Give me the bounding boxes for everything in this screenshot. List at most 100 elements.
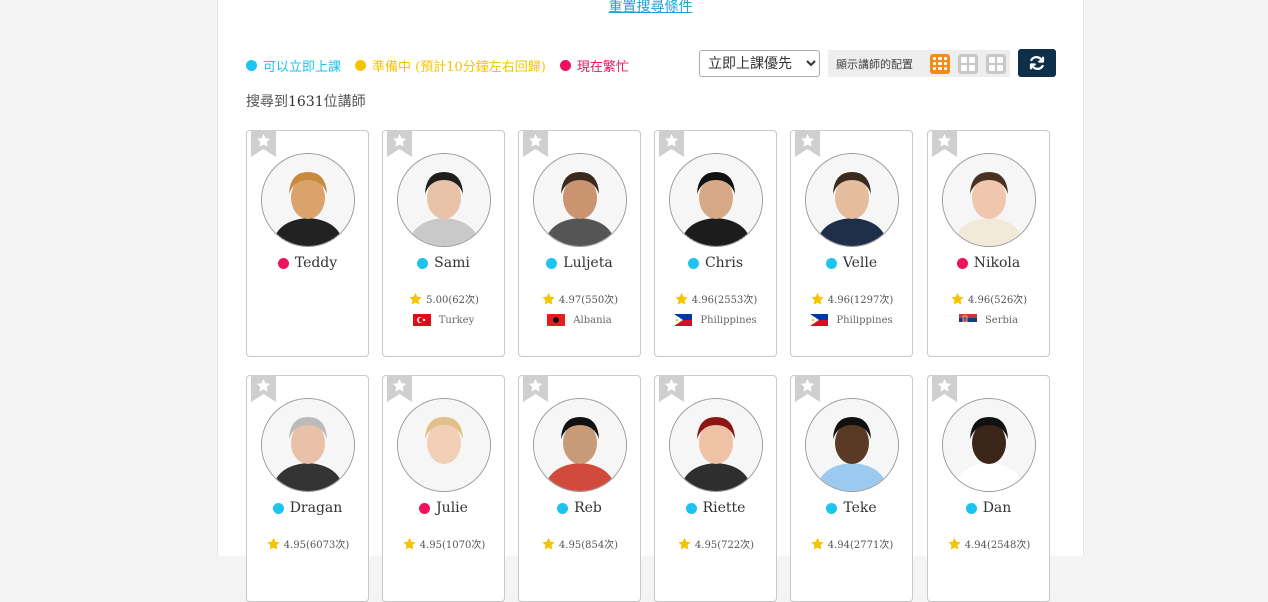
status-dot-icon bbox=[956, 257, 968, 269]
rating-text: 4.96(526次) bbox=[967, 295, 1028, 306]
favorite-bookmark-icon[interactable] bbox=[932, 375, 957, 402]
teacher-name: Teddy bbox=[294, 255, 338, 271]
star-icon bbox=[675, 292, 688, 304]
teacher-rating: 4.94(2771次) bbox=[791, 536, 912, 551]
country-flag-icon bbox=[674, 314, 693, 326]
teacher-name-row: Luljeta bbox=[519, 255, 640, 271]
star-icon bbox=[678, 537, 691, 549]
rating-text: 4.94(2548次) bbox=[964, 540, 1031, 551]
country-flag-icon bbox=[810, 314, 829, 326]
favorite-bookmark-icon[interactable] bbox=[387, 130, 412, 157]
teacher-name-row: Reb bbox=[519, 500, 640, 516]
teacher-name-row: Velle bbox=[791, 255, 912, 271]
teacher-name: Julie bbox=[436, 500, 468, 516]
teacher-name-row: Dragan bbox=[247, 500, 368, 516]
legend-available: 可以立即上課 bbox=[246, 56, 341, 75]
favorite-bookmark-icon[interactable] bbox=[932, 130, 957, 157]
teacher-name: Velle bbox=[842, 255, 878, 271]
count-suffix: 位講師 bbox=[323, 94, 366, 110]
teacher-card[interactable]: Luljeta 4.97(550次) Albania bbox=[518, 130, 641, 357]
star-icon bbox=[951, 292, 964, 304]
teacher-card[interactable]: Velle 4.96(1297次) Philippines bbox=[790, 130, 913, 357]
teacher-card[interactable]: Teke 4.94(2771次) bbox=[790, 375, 913, 602]
teacher-card[interactable]: Dan 4.94(2548次) bbox=[927, 375, 1050, 602]
legend-busy-label: 現在繁忙 bbox=[576, 60, 629, 75]
main-panel: 重置搜尋條件 可以立即上課 準備中 (預計10分鐘左右回歸) 現在繁忙 立即上課… bbox=[217, 0, 1084, 602]
teacher-rating: 4.97(550次) bbox=[519, 291, 640, 306]
teacher-card[interactable]: Teddy bbox=[246, 130, 369, 357]
teacher-name: Luljeta bbox=[563, 255, 613, 271]
teacher-card[interactable]: Sami 5.00(62次) Turkey bbox=[382, 130, 505, 357]
busy-dot-icon bbox=[559, 60, 571, 71]
status-dot-icon bbox=[277, 257, 289, 269]
country-name: Philippines bbox=[836, 314, 893, 326]
teacher-rating: 4.95(722次) bbox=[655, 536, 776, 551]
grid-2x2-layout-button[interactable] bbox=[958, 53, 978, 74]
sort-select[interactable]: 立即上課優先 bbox=[699, 50, 820, 77]
teacher-country: Philippines bbox=[655, 314, 776, 326]
country-flag-icon bbox=[547, 314, 566, 326]
status-dot-icon bbox=[272, 502, 284, 514]
teacher-card[interactable]: Julie 4.95(1070次) bbox=[382, 375, 505, 602]
teacher-card[interactable]: Riette 4.95(722次) bbox=[654, 375, 777, 602]
favorite-bookmark-icon[interactable] bbox=[251, 130, 276, 157]
country-flag-icon bbox=[958, 314, 977, 326]
teacher-rating: 4.96(526次) bbox=[928, 291, 1049, 306]
teacher-rating: 4.95(1070次) bbox=[383, 536, 504, 551]
teacher-avatar bbox=[533, 398, 627, 492]
teacher-rating: 4.95(6073次) bbox=[247, 536, 368, 551]
favorite-bookmark-icon[interactable] bbox=[659, 375, 684, 402]
teacher-card[interactable]: Dragan 4.95(6073次) bbox=[246, 375, 369, 602]
favorite-bookmark-icon[interactable] bbox=[523, 130, 548, 157]
teacher-avatar bbox=[669, 153, 763, 247]
teacher-name-row: Nikola bbox=[928, 255, 1049, 271]
teacher-avatar bbox=[397, 398, 491, 492]
teacher-card[interactable]: Nikola 4.96(526次) Serbia bbox=[927, 130, 1050, 357]
favorite-bookmark-icon[interactable] bbox=[659, 130, 684, 157]
legend-available-label: 可以立即上課 bbox=[263, 60, 342, 75]
country-name: Albania bbox=[573, 314, 612, 326]
status-dot-icon bbox=[687, 257, 699, 269]
favorite-bookmark-icon[interactable] bbox=[795, 375, 820, 402]
grid-3x3-layout-button[interactable] bbox=[930, 53, 950, 74]
favorite-bookmark-icon[interactable] bbox=[251, 375, 276, 402]
status-dot-icon bbox=[826, 502, 838, 514]
favorite-bookmark-icon[interactable] bbox=[523, 375, 548, 402]
teacher-name-row: Riette bbox=[655, 500, 776, 516]
rating-text: 4.95(1070次) bbox=[419, 540, 486, 551]
available-dot-icon bbox=[246, 60, 257, 71]
status-legend: 可以立即上課 準備中 (預計10分鐘左右回歸) 現在繁忙 bbox=[246, 56, 629, 75]
teacher-avatar bbox=[533, 153, 627, 247]
teacher-avatar bbox=[261, 398, 355, 492]
favorite-bookmark-icon[interactable] bbox=[387, 375, 412, 402]
preparing-dot-icon bbox=[355, 60, 367, 71]
teacher-card[interactable]: Reb 4.95(854次) bbox=[518, 375, 641, 602]
count-number: 1631 bbox=[288, 94, 324, 110]
teacher-name: Dragan bbox=[289, 500, 343, 516]
teacher-avatar bbox=[805, 153, 899, 247]
teacher-name-row: Julie bbox=[383, 500, 504, 516]
teacher-rating: 5.00(62次) bbox=[383, 291, 504, 306]
legend-busy: 現在繁忙 bbox=[559, 56, 629, 75]
status-dot-icon bbox=[557, 502, 569, 514]
legend-preparing: 準備中 (預計10分鐘左右回歸) bbox=[355, 56, 546, 75]
status-dot-icon bbox=[825, 257, 837, 269]
favorite-bookmark-icon[interactable] bbox=[795, 130, 820, 157]
status-dot-icon bbox=[417, 257, 429, 269]
country-name: Philippines bbox=[700, 314, 757, 326]
country-name: Serbia bbox=[984, 314, 1019, 326]
refresh-button[interactable] bbox=[1018, 49, 1056, 77]
grid-large-layout-button[interactable] bbox=[986, 53, 1006, 74]
rating-text: 4.96(1297次) bbox=[827, 295, 894, 306]
rating-text: 4.95(6073次) bbox=[283, 540, 350, 551]
star-icon bbox=[811, 537, 824, 549]
teacher-card[interactable]: Chris 4.96(2553次) Philippines bbox=[654, 130, 777, 357]
teacher-name: Sami bbox=[434, 255, 470, 271]
reset-search-link[interactable]: 重置搜尋條件 bbox=[218, 0, 1083, 16]
teacher-name-row: Teke bbox=[791, 500, 912, 516]
rating-text: 4.95(722次) bbox=[694, 540, 755, 551]
star-icon bbox=[267, 537, 280, 549]
teacher-rating: 4.96(1297次) bbox=[791, 291, 912, 306]
teacher-name-row: Chris bbox=[655, 255, 776, 271]
teacher-name-row: Sami bbox=[383, 255, 504, 271]
